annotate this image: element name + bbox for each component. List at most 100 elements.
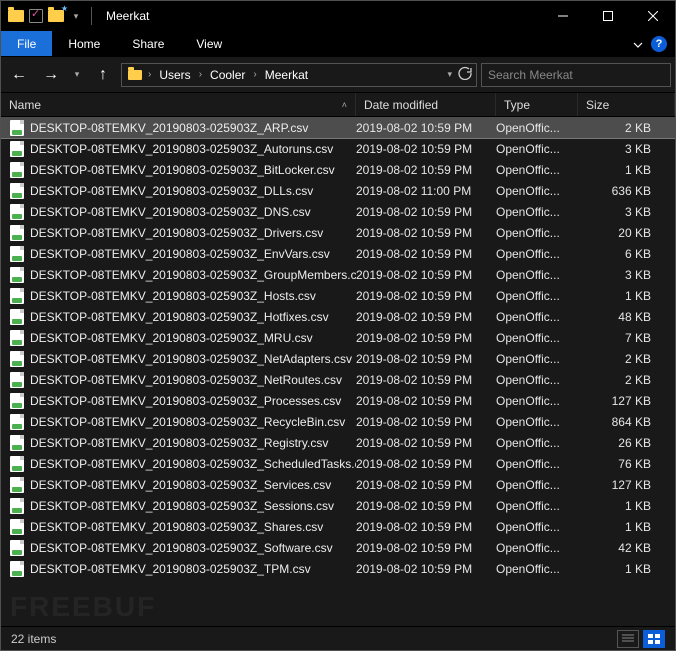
file-row[interactable]: DESKTOP-08TEMKV_20190803-025903Z_Process… [1,390,675,411]
breadcrumb-cooler[interactable]: Cooler [206,68,249,82]
file-size: 1 KB [578,562,675,576]
minimize-button[interactable] [540,1,585,31]
close-button[interactable] [630,1,675,31]
file-row[interactable]: DESKTOP-08TEMKV_20190803-025903Z_Recycle… [1,411,675,432]
file-row[interactable]: DESKTOP-08TEMKV_20190803-025903Z_DNS.csv… [1,201,675,222]
ribbon: File Home Share View ? [1,31,675,57]
file-name: DESKTOP-08TEMKV_20190803-025903Z_Schedul… [30,457,356,471]
file-date: 2019-08-02 10:59 PM [356,415,496,429]
file-date: 2019-08-02 10:59 PM [356,436,496,450]
ribbon-expand-icon[interactable] [633,39,643,49]
csv-file-icon [10,309,24,325]
file-date: 2019-08-02 10:59 PM [356,247,496,261]
ribbon-tab-home[interactable]: Home [52,31,116,56]
column-name[interactable]: Name ˄ [1,93,356,116]
file-row[interactable]: DESKTOP-08TEMKV_20190803-025903Z_Schedul… [1,453,675,474]
file-name: DESKTOP-08TEMKV_20190803-025903Z_BitLock… [30,163,335,177]
ribbon-file-tab[interactable]: File [1,31,52,56]
file-row[interactable]: DESKTOP-08TEMKV_20190803-025903Z_NetAdap… [1,348,675,369]
chevron-right-icon[interactable]: › [146,69,153,80]
search-input[interactable] [488,68,664,82]
ribbon-tab-share[interactable]: Share [116,31,180,56]
csv-file-icon [10,477,24,493]
file-type: OpenOffic... [496,331,578,345]
separator [91,7,92,25]
ribbon-tab-view[interactable]: View [180,31,238,56]
file-date: 2019-08-02 11:00 PM [356,184,496,198]
file-list[interactable]: DESKTOP-08TEMKV_20190803-025903Z_ARP.csv… [1,117,675,626]
file-size: 864 KB [578,415,675,429]
help-icon[interactable]: ? [651,36,667,52]
file-row[interactable]: DESKTOP-08TEMKV_20190803-025903Z_MRU.csv… [1,327,675,348]
file-row[interactable]: DESKTOP-08TEMKV_20190803-025903Z_Drivers… [1,222,675,243]
file-size: 42 KB [578,541,675,555]
file-row[interactable]: DESKTOP-08TEMKV_20190803-025903Z_Service… [1,474,675,495]
file-type: OpenOffic... [496,436,578,450]
file-row[interactable]: DESKTOP-08TEMKV_20190803-025903Z_Session… [1,495,675,516]
file-row[interactable]: DESKTOP-08TEMKV_20190803-025903Z_DLLs.cs… [1,180,675,201]
thumbnails-view-icon[interactable] [643,630,665,648]
file-row[interactable]: DESKTOP-08TEMKV_20190803-025903Z_EnvVars… [1,243,675,264]
file-size: 26 KB [578,436,675,450]
address-folder-icon[interactable] [126,66,144,84]
csv-file-icon [10,246,24,262]
breadcrumb-users[interactable]: Users [155,68,194,82]
file-size: 6 KB [578,247,675,261]
file-type: OpenOffic... [496,562,578,576]
file-row[interactable]: DESKTOP-08TEMKV_20190803-025903Z_Shares.… [1,516,675,537]
properties-icon[interactable] [27,7,45,25]
forward-button[interactable]: → [37,61,65,89]
refresh-icon[interactable] [458,66,472,83]
file-type: OpenOffic... [496,499,578,513]
file-row[interactable]: DESKTOP-08TEMKV_20190803-025903Z_Autorun… [1,138,675,159]
column-size[interactable]: Size [578,93,675,116]
file-date: 2019-08-02 10:59 PM [356,142,496,156]
file-row[interactable]: DESKTOP-08TEMKV_20190803-025903Z_Hotfixe… [1,306,675,327]
file-row[interactable]: DESKTOP-08TEMKV_20190803-025903Z_Softwar… [1,537,675,558]
file-size: 636 KB [578,184,675,198]
qat-dropdown-icon[interactable]: ▾ [67,7,85,25]
file-row[interactable]: DESKTOP-08TEMKV_20190803-025903Z_ARP.csv… [1,117,675,138]
file-row[interactable]: DESKTOP-08TEMKV_20190803-025903Z_BitLock… [1,159,675,180]
file-type: OpenOffic... [496,184,578,198]
csv-file-icon [10,162,24,178]
file-row[interactable]: DESKTOP-08TEMKV_20190803-025903Z_Hosts.c… [1,285,675,306]
item-count: 22 items [11,632,56,646]
file-name: DESKTOP-08TEMKV_20190803-025903Z_Recycle… [30,415,345,429]
window-title: Meerkat [106,9,149,23]
maximize-button[interactable] [585,1,630,31]
file-type: OpenOffic... [496,163,578,177]
file-date: 2019-08-02 10:59 PM [356,520,496,534]
csv-file-icon [10,498,24,514]
file-row[interactable]: DESKTOP-08TEMKV_20190803-025903Z_Registr… [1,432,675,453]
column-date[interactable]: Date modified [356,93,496,116]
file-type: OpenOffic... [496,268,578,282]
details-view-icon[interactable] [617,630,639,648]
search-box[interactable] [481,63,671,87]
file-type: OpenOffic... [496,121,578,135]
column-type[interactable]: Type [496,93,578,116]
up-button[interactable]: ↑ [89,61,117,89]
file-name: DESKTOP-08TEMKV_20190803-025903Z_Drivers… [30,226,323,240]
file-row[interactable]: DESKTOP-08TEMKV_20190803-025903Z_TPM.csv… [1,558,675,579]
address-dropdown-icon[interactable]: ▾ [447,69,452,80]
file-name: DESKTOP-08TEMKV_20190803-025903Z_NetAdap… [30,352,352,366]
file-date: 2019-08-02 10:59 PM [356,205,496,219]
column-size-label: Size [586,98,609,112]
recent-dropdown-icon[interactable]: ▾ [69,61,85,89]
column-name-label: Name [9,98,41,112]
file-type: OpenOffic... [496,310,578,324]
file-name: DESKTOP-08TEMKV_20190803-025903Z_Hotfixe… [30,310,329,324]
file-row[interactable]: DESKTOP-08TEMKV_20190803-025903Z_NetRout… [1,369,675,390]
breadcrumb-meerkat[interactable]: Meerkat [261,68,312,82]
folder-icon[interactable] [7,7,25,25]
address-bar[interactable]: › Users › Cooler › Meerkat ▾ [121,63,477,87]
back-button[interactable]: ← [5,61,33,89]
chevron-right-icon[interactable]: › [251,69,258,80]
new-folder-icon[interactable] [47,7,65,25]
chevron-right-icon[interactable]: › [197,69,204,80]
file-type: OpenOffic... [496,394,578,408]
file-date: 2019-08-02 10:59 PM [356,289,496,303]
file-type: OpenOffic... [496,457,578,471]
file-row[interactable]: DESKTOP-08TEMKV_20190803-025903Z_GroupMe… [1,264,675,285]
